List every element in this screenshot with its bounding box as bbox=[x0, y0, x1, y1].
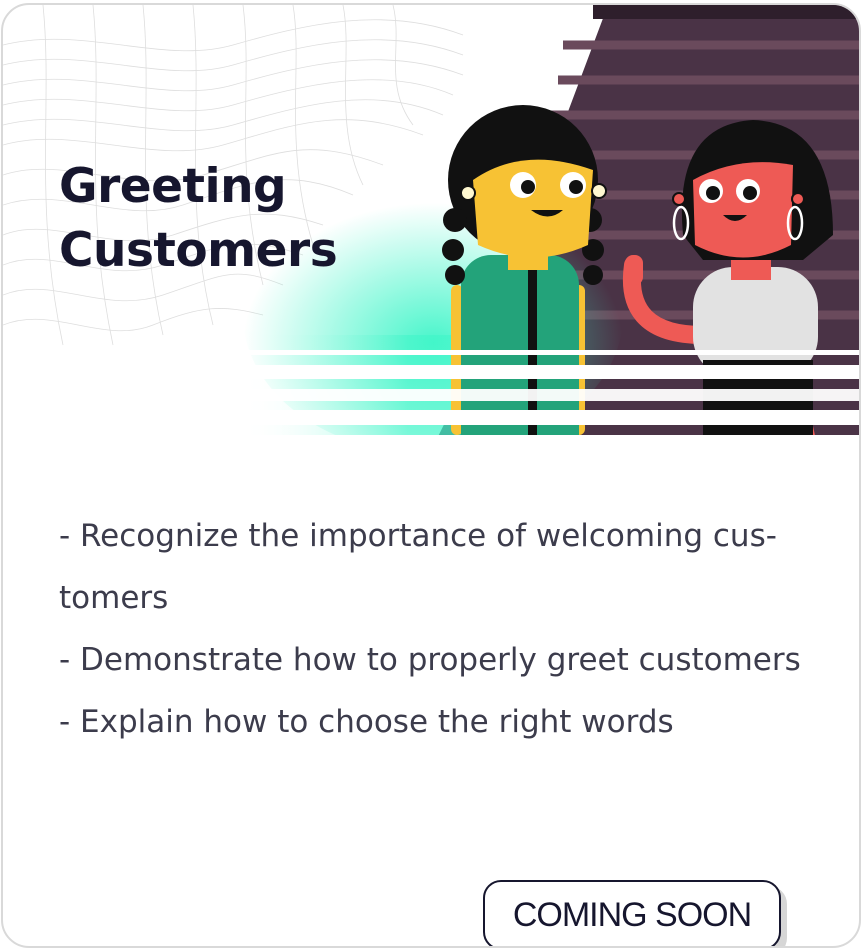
objective-item: - Recognize the importance of welcoming … bbox=[59, 518, 777, 554]
objective-item: - Explain how to choose the right words bbox=[59, 704, 674, 740]
objective-item: - Demonstrate how to properly greet cust… bbox=[59, 642, 801, 678]
course-title: Greeting Customers bbox=[59, 155, 389, 283]
coming-soon-button[interactable]: COMING SOON bbox=[483, 880, 781, 946]
learning-objectives-list: - Recognize the importance of welcoming … bbox=[59, 505, 839, 753]
hero-illustration: Greeting Customers bbox=[3, 5, 859, 467]
objective-item: tomers bbox=[59, 580, 169, 616]
course-card[interactable]: Greeting Customers - Recognize the impor… bbox=[1, 3, 861, 948]
course-title-line2: Customers bbox=[59, 223, 338, 278]
course-title-line1: Greeting bbox=[59, 159, 287, 214]
